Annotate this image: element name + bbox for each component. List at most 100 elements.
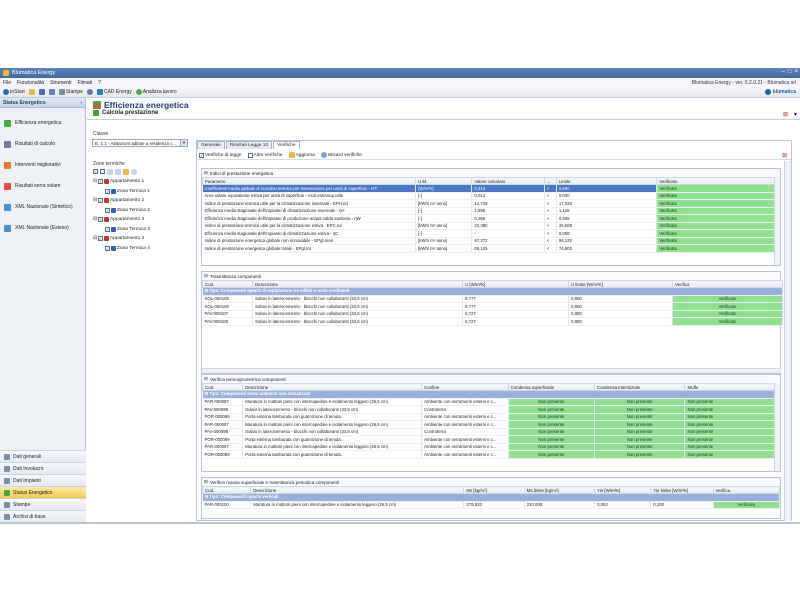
check-all-icon[interactable]: ✓ <box>93 169 98 174</box>
tree-checkbox[interactable]: ✓ <box>98 217 104 223</box>
collapse-icon[interactable]: ‹ <box>80 100 82 106</box>
table-row[interactable]: Efficienza media stagionale dell'impiant… <box>202 207 780 215</box>
chevron-down-icon[interactable]: ▾ <box>180 140 187 146</box>
table-row[interactable]: POR-000099 Porta esterna tamburata con gu… <box>202 413 780 421</box>
scrollbar[interactable] <box>774 177 780 265</box>
expand-icon[interactable]: ⊟ <box>93 217 97 222</box>
table-row[interactable]: PAV-000107 Solaio in laterocemento - bloc… <box>202 310 783 318</box>
table-row[interactable]: POR-000099 Porta esterna tamburata con gu… <box>202 435 780 444</box>
column-header[interactable]: Confine <box>421 383 509 391</box>
table-row[interactable]: PAV-000098 Solaio in laterocemento - bloc… <box>202 405 780 414</box>
tree-checkbox[interactable]: ✓ <box>105 245 110 251</box>
column-header[interactable]: Limite <box>555 177 658 185</box>
column-header[interactable]: Ms [kg/m²] <box>463 486 525 494</box>
column-header[interactable]: Verifica <box>672 280 783 288</box>
edit-zone-icon[interactable] <box>123 169 129 175</box>
analizza-lavoro-button[interactable]: Analizza lavoro <box>135 89 177 95</box>
settings-icon[interactable] <box>86 89 93 95</box>
column-header[interactable]: Muffe <box>684 383 780 391</box>
aggiorna-button[interactable]: Aggiorna <box>288 152 315 158</box>
column-header[interactable]: Yie [W/m²K] <box>594 486 652 494</box>
table-row[interactable]: PAR-000097 Muratura in mattoni pieni con … <box>202 420 780 429</box>
tree-node[interactable]: ⊟ ✓ Appartamento 1 <box>93 177 190 187</box>
table-row[interactable]: PAR-000097 Muratura in mattoni pieni con … <box>202 398 780 406</box>
sidebar-item[interactable]: Risultati serra solare <box>0 180 85 192</box>
column-header[interactable]: U.M. <box>415 177 473 185</box>
column-header[interactable]: ... <box>543 177 557 185</box>
table-row[interactable]: Indice di prestazione energetica globale… <box>202 244 780 253</box>
indici-header[interactable]: ⊟ Indici di prestazione energetica <box>202 169 780 177</box>
sidebar-section-button[interactable]: Dati Involucro <box>0 462 86 474</box>
sidebar-item[interactable]: Interventi migliorativi <box>0 159 85 171</box>
scrollbar[interactable] <box>774 383 780 471</box>
minimize-icon[interactable]: – <box>782 69 785 75</box>
trasmittanza-header[interactable]: ⊟ Trasmittanza componenti <box>202 272 780 280</box>
close-panel-icon[interactable]: ⊠ <box>782 152 787 159</box>
group-row[interactable]: ⊟ Tipo: Componenti opachi di separazione… <box>202 287 783 296</box>
stampe-button[interactable]: Stampe <box>58 89 83 95</box>
tree-node[interactable]: ⊟ ✓ Appartamento 3 <box>93 215 190 225</box>
tab[interactable]: Risultati Legge 10 <box>225 141 273 149</box>
scrollbar[interactable] <box>202 368 782 373</box>
tree-checkbox[interactable]: ✓ <box>105 188 110 194</box>
tree-node[interactable]: ⊟ ✓ Appartamento 4 <box>93 234 190 244</box>
close-icon[interactable]: × <box>794 69 798 75</box>
menu-item[interactable]: Filmati <box>77 80 92 86</box>
table-row[interactable]: PAV-000108 Solaio in laterocemento - bloc… <box>202 317 783 326</box>
menu-item[interactable]: File <box>3 80 11 86</box>
table-row[interactable]: PAR-000097 Muratura in mattoni pieni con … <box>202 443 780 451</box>
table-row[interactable]: PAR-000100 Muratura in mattoni pieni con … <box>202 501 781 509</box>
collapse-icon[interactable]: ⊟ <box>204 273 208 279</box>
table-row[interactable]: Efficienza media stagionale dell'impiant… <box>202 229 780 238</box>
table-row[interactable]: Indice di prestazione energetica globale… <box>202 237 780 245</box>
collapse-icon[interactable]: ⊟ <box>204 376 208 382</box>
table-row[interactable]: Indice di prestazione termica utile per … <box>202 199 780 208</box>
sidebar-section-button[interactable]: Archivi di base <box>0 510 86 522</box>
sidebar-section-button[interactable]: Dati generali <box>0 450 86 462</box>
classe-select[interactable]: E. 1.1 - Abitazioni adibite a residenza … <box>92 139 188 147</box>
tree-node[interactable]: ✓ Zona Termica 3 <box>93 225 190 235</box>
table-row[interactable]: SOL-000106 Solaio in laterocemento - bloc… <box>202 302 783 311</box>
column-header[interactable]: Condensa superficiale <box>507 383 596 391</box>
open-folder-icon[interactable] <box>28 89 35 95</box>
tree-checkbox[interactable]: ✓ <box>98 236 104 242</box>
menu-item[interactable]: Strumenti <box>50 80 71 86</box>
group-row[interactable]: ⊟ Tipo: Componenti opachi verticali <box>202 493 780 502</box>
scrollbar[interactable] <box>784 161 791 521</box>
termoigrometrica-header[interactable]: ⊟ Verifica termoigrometrica componenti <box>202 375 780 383</box>
cad-energy-button[interactable]: CAD Energy <box>96 89 132 95</box>
column-header[interactable]: U limite [W/m²K] <box>568 280 673 288</box>
tree-node[interactable]: ✓ Zona Termica 2 <box>93 206 190 216</box>
tree-checkbox[interactable]: ✓ <box>105 207 110 213</box>
panel-toggle-icon[interactable]: ▾ <box>794 111 797 118</box>
column-header[interactable]: Parametro <box>201 177 417 185</box>
tree-node[interactable]: ⊟ ✓ Appartamento 2 <box>93 196 190 206</box>
save-all-icon[interactable] <box>48 89 55 95</box>
menu-item[interactable]: Funzionalità <box>17 80 44 86</box>
menu-item[interactable]: ? <box>98 80 101 86</box>
instart-button[interactable]: InStart <box>3 89 25 95</box>
column-header[interactable]: Yie limite [W/m²K] <box>650 486 714 494</box>
tree-checkbox[interactable]: ✓ <box>98 198 104 204</box>
column-header[interactable]: Descrizione <box>242 383 423 391</box>
column-header[interactable]: Cod. <box>201 383 244 391</box>
tree-node[interactable]: ✓ Zona Termica 1 <box>93 187 190 197</box>
expand-icon[interactable]: ⊟ <box>93 236 97 241</box>
table-row[interactable]: PAV-000098 Solaio in laterocemento - bloc… <box>202 428 780 436</box>
column-header[interactable]: Valore calcolato <box>471 177 545 185</box>
column-header[interactable]: U [W/m²K] <box>462 280 569 288</box>
column-header[interactable]: Descrizione <box>252 280 463 288</box>
wizard-button[interactable]: Wizard verifiche <box>320 152 362 158</box>
group-row[interactable]: ⊟ Tipo: Componenti verso ambienti non cl… <box>202 390 780 399</box>
table-row[interactable]: SOL-000105 Solaio in laterocemento - bloc… <box>202 295 783 303</box>
sidebar-section-button[interactable]: Dati Impianti <box>0 474 86 486</box>
copy-zone-icon[interactable] <box>115 169 121 175</box>
sidebar-item[interactable]: Efficienza energetica <box>0 117 85 129</box>
sidebar-section-button[interactable]: Stampe <box>0 498 86 510</box>
table-row[interactable]: Indice di prestazione termica utile per … <box>202 222 780 230</box>
altre-verifiche-toggle[interactable]: Altre verifiche <box>247 152 283 158</box>
tab[interactable]: Generale <box>197 141 225 149</box>
column-header[interactable]: Cod. <box>202 280 253 288</box>
tree-checkbox[interactable]: ✓ <box>98 179 104 185</box>
table-row[interactable]: Efficienza media stagionale dell'impiant… <box>202 214 780 223</box>
